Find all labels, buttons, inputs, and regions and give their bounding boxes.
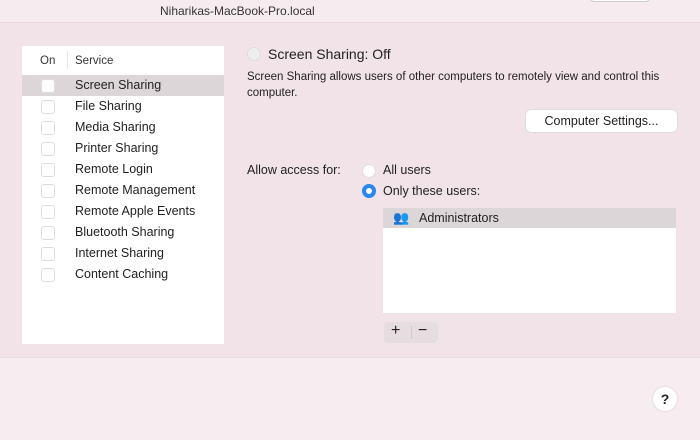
service-checkbox[interactable]	[41, 100, 55, 114]
users-list[interactable]: 👥 Administrators	[383, 208, 676, 313]
only-these-users-label[interactable]: Only these users:	[383, 184, 480, 198]
title-bar: Niharikas-MacBook-Pro.local	[0, 0, 700, 23]
service-label: Screen Sharing	[75, 78, 162, 92]
list-item[interactable]: File Sharing	[22, 96, 224, 117]
service-label: Remote Management	[75, 183, 196, 197]
service-label: Remote Login	[75, 162, 153, 176]
divider	[411, 326, 412, 339]
list-item[interactable]: Content Caching	[22, 264, 224, 285]
all-users-radio[interactable]	[362, 164, 376, 178]
only-these-users-radio[interactable]	[362, 184, 376, 198]
service-checkbox[interactable]	[41, 79, 55, 93]
list-item[interactable]: Remote Login	[22, 159, 224, 180]
service-checkbox[interactable]	[41, 268, 55, 282]
list-item[interactable]: Screen Sharing	[22, 75, 224, 96]
service-checkbox[interactable]	[41, 121, 55, 135]
list-item[interactable]: Media Sharing	[22, 117, 224, 138]
list-item[interactable]: 👥 Administrators	[383, 208, 676, 228]
add-remove-control: + −	[384, 322, 438, 343]
add-user-button[interactable]: +	[391, 322, 400, 340]
list-item[interactable]: Internet Sharing	[22, 243, 224, 264]
service-checkbox[interactable]	[41, 247, 55, 261]
column-divider	[67, 51, 68, 69]
all-users-label[interactable]: All users	[383, 163, 431, 177]
service-label: Bluetooth Sharing	[75, 225, 175, 239]
service-status: Screen Sharing: Off	[268, 46, 391, 62]
help-button[interactable]: ?	[653, 387, 677, 411]
service-label: Media Sharing	[75, 120, 156, 134]
status-indicator	[247, 47, 261, 61]
computer-settings-button[interactable]: Computer Settings...	[526, 110, 677, 132]
service-checkbox[interactable]	[41, 205, 55, 219]
service-label: Internet Sharing	[75, 246, 164, 260]
service-label: File Sharing	[75, 99, 142, 113]
column-on: On	[40, 55, 56, 67]
list-item[interactable]: Remote Apple Events	[22, 201, 224, 222]
service-label: Printer Sharing	[75, 141, 159, 155]
services-list[interactable]: On Service Screen Sharing File Sharing Med…	[22, 46, 224, 344]
list-item[interactable]: Remote Management	[22, 180, 224, 201]
service-label: Remote Apple Events	[75, 204, 196, 218]
edit-button[interactable]	[590, 0, 650, 2]
service-checkbox[interactable]	[41, 226, 55, 240]
service-description: Screen Sharing allows users of other com…	[247, 71, 660, 99]
bottom-bar	[0, 357, 700, 440]
service-checkbox[interactable]	[41, 142, 55, 156]
user-label: Administrators	[419, 211, 499, 225]
allow-access-label: Allow access for:	[247, 163, 341, 177]
list-item[interactable]: Printer Sharing	[22, 138, 224, 159]
list-item[interactable]: Bluetooth Sharing	[22, 222, 224, 243]
service-checkbox[interactable]	[41, 163, 55, 177]
computer-name: Niharikas-MacBook-Pro.local	[160, 4, 315, 18]
service-label: Content Caching	[75, 267, 169, 281]
column-service: Service	[75, 55, 114, 67]
service-checkbox[interactable]	[41, 184, 55, 198]
group-icon: 👥	[393, 210, 410, 225]
remove-user-button[interactable]: −	[418, 322, 427, 340]
